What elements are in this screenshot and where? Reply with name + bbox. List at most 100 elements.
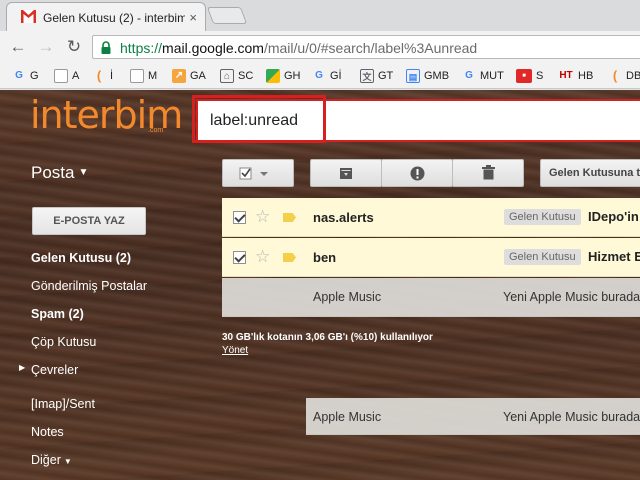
browser-toolbar: ← → ↻ https://mail.google.com/mail/u/0/#…: [0, 31, 640, 63]
bookmark-ga[interactable]: ↗ GA: [172, 68, 206, 84]
bookmark-m[interactable]: M: [130, 68, 157, 84]
search-highlight-box: [192, 95, 326, 143]
report-spam-icon: [410, 166, 424, 181]
message-subject: Hizmet E: [588, 249, 640, 264]
message-label[interactable]: Gelen Kutusu: [504, 249, 581, 265]
message-row[interactable]: ☆ nas.alerts Gelen Kutusu IDepo'in: [222, 198, 640, 237]
back-button[interactable]: ←: [8, 37, 28, 57]
page-icon: [130, 69, 144, 83]
gmail-icon: [21, 10, 36, 23]
trash-icon: [481, 165, 495, 180]
tab-title: Gelen Kutusu (2) - interbim: [43, 11, 185, 25]
bookmark-label: İ: [110, 70, 114, 82]
ht-icon: HT: [559, 70, 573, 81]
storage-quota-text: 30 GB'lık kotanın 3,06 GB'ı (%10) kullan…: [222, 332, 433, 343]
message-row[interactable]: ☆ ben Gelen Kutusu Hizmet E: [222, 238, 640, 277]
nav-imap-sent[interactable]: [Imap]/Sent: [31, 397, 95, 411]
bookmark-label: G: [30, 70, 39, 82]
message-subject: Yeni Apple Music burada: [503, 290, 640, 304]
bookmark-label: GT: [378, 70, 394, 82]
bookmark-hb[interactable]: HT HB: [558, 68, 593, 84]
expand-triangle-icon[interactable]: ▶: [19, 363, 25, 372]
nav-notes[interactable]: Notes: [31, 425, 64, 439]
archive-icon: [340, 168, 352, 179]
maps-icon: [266, 69, 280, 83]
google-icon: G: [15, 70, 23, 81]
select-all-button[interactable]: [222, 159, 294, 187]
reload-button[interactable]: ↻: [64, 37, 84, 57]
bookmark-label: SC: [238, 70, 254, 82]
bookmark-label: GMB: [424, 70, 450, 82]
analytics-icon: ↗: [172, 69, 186, 83]
importance-marker-icon[interactable]: [283, 253, 296, 262]
address-bar[interactable]: https://mail.google.com/mail/u/0/#search…: [92, 35, 640, 59]
search-console-icon: ⌂: [220, 69, 234, 83]
nav-inbox[interactable]: Gelen Kutusu (2): [31, 251, 131, 265]
lock-icon: [101, 41, 111, 54]
message-row[interactable]: Apple Music Yeni Apple Music burada: [222, 278, 640, 317]
bookmark-label: DB: [626, 70, 640, 82]
star-icon[interactable]: ☆: [255, 207, 270, 227]
mybusiness-icon: ▤: [406, 69, 420, 83]
new-tab-button[interactable]: [206, 7, 248, 24]
star-icon[interactable]: ☆: [255, 247, 270, 267]
bookmarks-bar: GG A (İ M ↗ GA ⌂ SC GH G Gİ 文 GT ▤ GMB G MUT ■…: [0, 63, 640, 89]
nav-circles[interactable]: Çevreler: [31, 363, 78, 377]
orange-bracket-icon: (: [612, 68, 618, 83]
delete-button[interactable]: [452, 159, 524, 187]
row-checkbox[interactable]: [233, 211, 246, 224]
url-path: /mail/u/0/#search/label%3Aunread: [263, 40, 478, 56]
posta-menu[interactable]: Posta ▼: [31, 163, 88, 183]
archive-button[interactable]: [310, 159, 382, 187]
message-label[interactable]: Gelen Kutusu: [504, 209, 581, 225]
orange-bracket-icon: (: [96, 68, 102, 83]
close-tab-icon[interactable]: ×: [189, 10, 197, 25]
bookmark-label: HB: [578, 70, 594, 82]
importance-marker-icon[interactable]: [283, 213, 296, 222]
forward-button[interactable]: →: [36, 37, 56, 57]
report-spam-button[interactable]: [381, 159, 453, 187]
bookmark-db[interactable]: ( DB: [608, 68, 640, 84]
bookmark-a[interactable]: A: [54, 68, 79, 84]
move-to-inbox-button[interactable]: Gelen Kutusuna t: [540, 159, 640, 187]
nav-spam[interactable]: Spam (2): [31, 307, 84, 321]
tab-strip: Gelen Kutusu (2) - interbim ×: [0, 0, 640, 31]
url-host: mail.google.com: [162, 40, 264, 56]
page-icon: [54, 69, 68, 83]
bookmark-label: GA: [190, 70, 206, 82]
message-sender: Apple Music: [313, 290, 382, 304]
browser-tab[interactable]: Gelen Kutusu (2) - interbim ×: [6, 2, 206, 31]
bookmark-gmb[interactable]: ▤ GMB: [406, 68, 449, 84]
posta-label: Posta: [31, 163, 75, 182]
url-scheme: https://: [120, 40, 163, 56]
row-checkbox[interactable]: [233, 251, 246, 264]
bookmark-gi[interactable]: G Gİ: [312, 68, 342, 84]
bookmark-mut[interactable]: G MUT: [462, 68, 504, 84]
url-text: https://mail.google.com/mail/u/0/#search…: [120, 40, 477, 56]
nav-trash[interactable]: Çöp Kutusu: [31, 335, 96, 349]
compose-button[interactable]: E-POSTA YAZ: [32, 207, 146, 235]
message-row[interactable]: Apple Music Yeni Apple Music burada: [306, 398, 640, 435]
bookmark-i[interactable]: (İ: [92, 68, 113, 84]
manage-storage-link[interactable]: Yönet: [222, 345, 248, 356]
google-icon: G: [465, 70, 473, 81]
caret-down-icon: ▼: [78, 167, 89, 178]
gmail-page: interbim .com Posta▼ E-POSTA YAZ: [0, 90, 640, 480]
message-sender: nas.alerts: [313, 210, 374, 225]
bookmark-label: GH: [284, 70, 301, 82]
checkbox-dropdown-icon: [239, 167, 268, 180]
bookmark-sc[interactable]: ⌂ SC: [220, 68, 253, 84]
nav-more-label: Diğer: [31, 453, 61, 467]
bookmark-gh[interactable]: GH: [266, 68, 301, 84]
bookmark-gt[interactable]: 文 GT: [360, 68, 393, 84]
nav-sent[interactable]: Gönderilmiş Postalar: [31, 279, 147, 293]
interbim-logo-sub: .com: [148, 127, 164, 134]
bookmark-g[interactable]: GG: [12, 68, 39, 84]
message-sender: ben: [313, 250, 337, 265]
bookmark-s[interactable]: ■ S: [516, 68, 543, 84]
translate-icon: 文: [360, 69, 374, 83]
nav-more[interactable]: Diğer ▼: [31, 453, 72, 467]
caret-down-icon: ▼: [63, 457, 72, 466]
bookmark-label: Gİ: [330, 70, 342, 82]
message-sender: Apple Music: [313, 410, 382, 424]
